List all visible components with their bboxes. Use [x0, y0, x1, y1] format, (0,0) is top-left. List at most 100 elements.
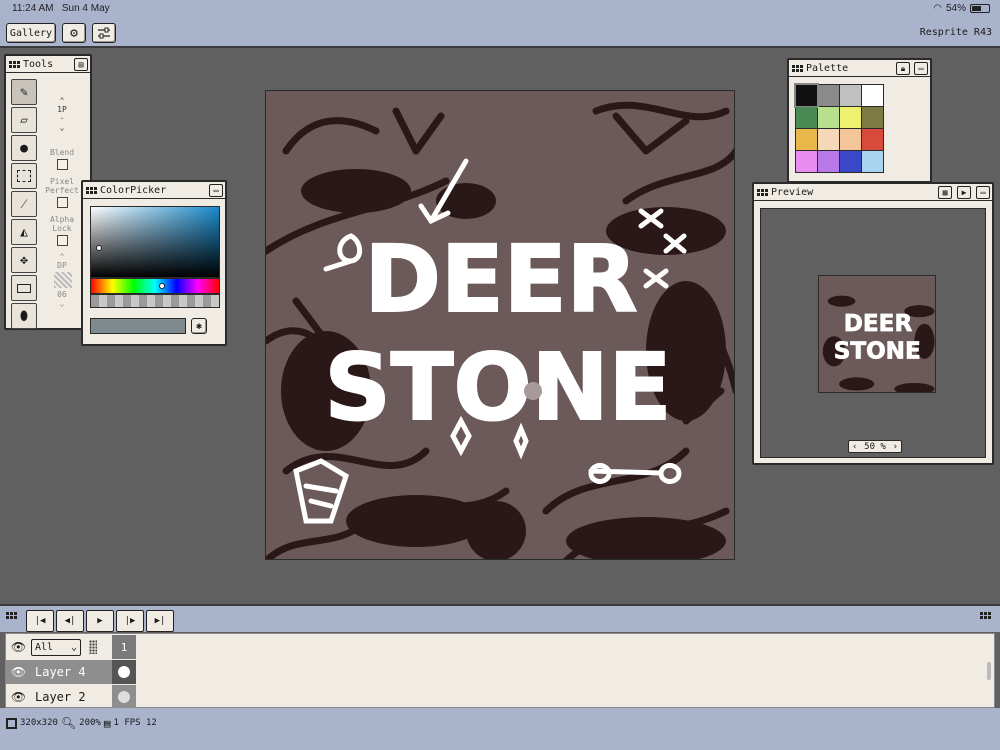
pixel-perfect-label: Pixel Perfect [45, 177, 79, 195]
palette-swatch[interactable] [862, 107, 883, 128]
layer-filter-select[interactable]: All ⌄ [31, 638, 81, 656]
palette-swatch[interactable] [796, 151, 817, 172]
palette-swatch[interactable] [840, 85, 861, 106]
dropper-icon: ⬮ [19, 308, 29, 324]
palette-swatch[interactable] [840, 151, 861, 172]
pixel-perfect-checkbox[interactable] [57, 197, 68, 208]
palette-swatch[interactable] [840, 107, 861, 128]
fill-tool[interactable]: ◭ [11, 219, 37, 245]
preview-artwork: DEER STONE [822, 295, 935, 392]
select-rect-icon [17, 170, 31, 182]
play-button[interactable]: ▶ [86, 610, 114, 632]
last-frame-button[interactable]: ▶| [146, 610, 174, 632]
dither-pattern-icon[interactable] [54, 272, 72, 288]
rectangle-tool[interactable] [11, 275, 37, 301]
lock-icon[interactable]: 🔒︎ [896, 62, 910, 75]
sv-cursor[interactable] [96, 245, 102, 251]
chevron-right-icon[interactable]: › [893, 442, 898, 452]
palette-swatch[interactable] [818, 85, 839, 106]
palette-swatch[interactable] [794, 83, 819, 108]
palette-panel-header[interactable]: Palette 🔒︎ ▭ [789, 60, 930, 77]
drag-dots-icon[interactable] [89, 640, 97, 654]
select-tool[interactable] [11, 163, 37, 189]
eye-icon[interactable]: 👁︎ [6, 635, 31, 659]
skip-start-icon: |◀ [34, 616, 46, 626]
layer-2-cel[interactable] [112, 685, 136, 709]
zoom-level[interactable]: 200% [79, 718, 101, 728]
colorpicker-title: ColorPicker [100, 184, 167, 196]
play-icon[interactable]: ▶ [957, 186, 971, 199]
drag-handle-icon[interactable] [86, 186, 97, 194]
adjust-button[interactable] [92, 23, 116, 43]
frame-number-1[interactable]: 1 [112, 635, 136, 659]
cel-dot-icon [118, 691, 130, 703]
panel-menu-icon[interactable]: ▭ [209, 184, 223, 197]
palette-swatch[interactable] [818, 151, 839, 172]
eyedropper-button[interactable]: ✱ [191, 318, 207, 334]
saturation-value-field[interactable] [90, 206, 220, 278]
tools-panel-header[interactable]: Tools ▤ [6, 56, 90, 73]
hex-input[interactable] [90, 318, 186, 334]
palette-swatch[interactable] [862, 151, 883, 172]
layer-4-cel[interactable] [112, 660, 136, 684]
drag-handle-icon[interactable] [792, 64, 803, 72]
move-tool[interactable]: ✥ [11, 247, 37, 273]
chevron-left-icon[interactable]: ‹ [852, 442, 857, 452]
preview-zoom-control[interactable]: ‹ 50 % › [848, 440, 902, 453]
colorpicker-panel-header[interactable]: ColorPicker ▭ [83, 182, 225, 199]
artwork: DEER STONE [266, 101, 734, 559]
palette-swatch[interactable] [840, 129, 861, 150]
svg-text:DEER: DEER [844, 311, 913, 337]
drag-handle-icon[interactable] [6, 612, 17, 619]
eye-icon[interactable]: 👁︎ [6, 685, 31, 709]
canvas-size-icon [6, 717, 17, 729]
palette-swatch[interactable] [796, 107, 817, 128]
battery-icon [970, 4, 990, 13]
drag-handle-icon[interactable] [9, 60, 20, 68]
alpha-lock-checkbox[interactable] [57, 235, 68, 246]
preview-viewport[interactable]: DEER STONE ‹ 50 % › [760, 208, 986, 458]
grid-icon[interactable]: ▦ [938, 186, 952, 199]
gallery-button[interactable]: Gallery [6, 23, 56, 43]
next-frame-button[interactable]: |▶ [116, 610, 144, 632]
cel-dot-icon [118, 666, 130, 678]
layers-scrollbar[interactable] [987, 662, 991, 680]
alpha-slider[interactable] [90, 294, 220, 308]
colorpicker-panel: ColorPicker ▭ ✱ [81, 180, 227, 346]
preview-panel-header[interactable]: Preview ▦ ▶ ▭ [754, 184, 992, 201]
palette-swatch[interactable] [862, 129, 883, 150]
panel-menu-icon[interactable]: ▭ [976, 186, 990, 199]
cursor-indicator [524, 382, 542, 400]
palette-swatch[interactable] [862, 85, 883, 106]
film-icon: ▤ [103, 716, 111, 730]
color-picker-icon: ⁄ [22, 197, 26, 212]
drag-handle-icon[interactable] [757, 188, 768, 196]
dropper-tool[interactable]: ⬮ [11, 303, 37, 329]
palette-swatch[interactable] [796, 129, 817, 150]
step-forward-icon: |▶ [124, 616, 136, 626]
panel-menu-icon[interactable]: ▭ [914, 62, 928, 75]
prev-frame-button[interactable]: ◀| [56, 610, 84, 632]
blend-checkbox[interactable] [57, 159, 68, 170]
eye-icon[interactable]: 👁︎ [6, 660, 31, 684]
app-version: Resprite R43 [919, 27, 992, 38]
hue-slider[interactable] [90, 278, 220, 294]
eraser-tool[interactable]: ▱ [11, 107, 37, 133]
chevron-down-icon: ⌄ [70, 641, 77, 653]
fps-value[interactable]: 1 FPS 12 [113, 718, 156, 728]
drag-handle-icon[interactable] [980, 612, 991, 619]
palette-swatch[interactable] [818, 129, 839, 150]
settings-button[interactable]: ⚙ [62, 23, 86, 43]
palette-swatch[interactable] [818, 107, 839, 128]
drawing-canvas[interactable]: DEER STONE [265, 90, 735, 560]
pencil-tool[interactable]: ✎ [11, 79, 37, 105]
color-picker-tool[interactable]: ⁄ [11, 191, 37, 217]
dp-stepper[interactable]: ⌃ DP [40, 252, 84, 270]
canvas-size[interactable]: 320x320 [20, 718, 58, 728]
brush-size-stepper[interactable]: ⌃ 1P · ⌄ [40, 96, 84, 132]
hue-cursor[interactable] [159, 283, 165, 289]
panel-menu-icon[interactable]: ▤ [74, 58, 88, 71]
preview-title: Preview [771, 186, 814, 198]
shade-tool[interactable]: ● [11, 135, 37, 161]
first-frame-button[interactable]: |◀ [26, 610, 54, 632]
